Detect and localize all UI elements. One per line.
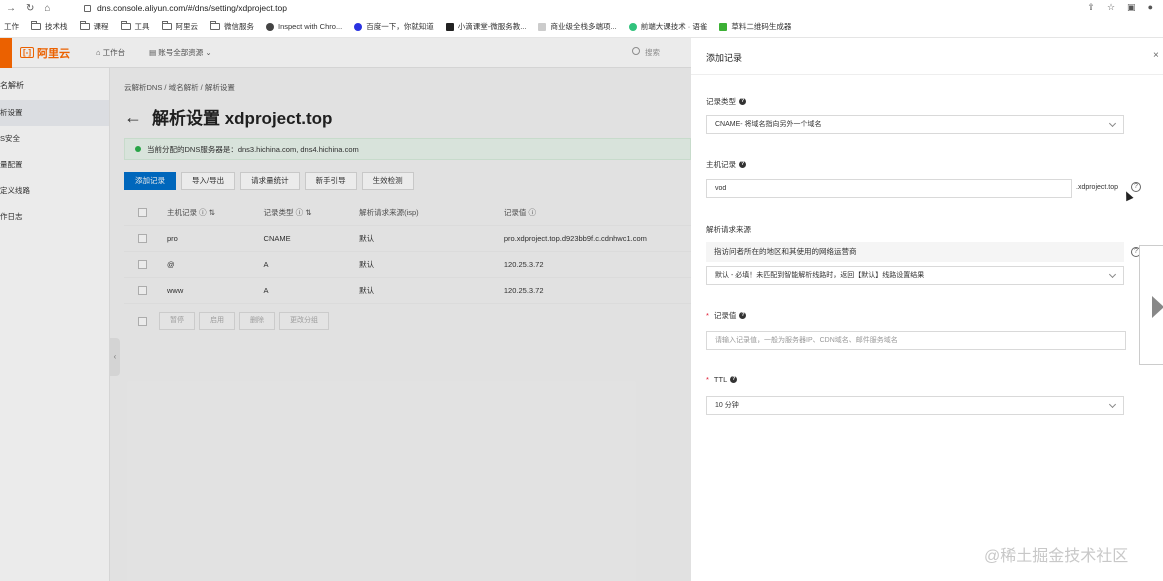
browser-actions: ⇪ ☆ ▣ ● xyxy=(1087,2,1153,13)
ttl-label: * TTL? xyxy=(706,375,738,384)
watermark: @稀土掘金技术社区 xyxy=(984,548,1129,565)
folder-icon xyxy=(31,21,41,30)
drawer-divider xyxy=(691,74,1163,75)
mouse-cursor-icon xyxy=(1122,189,1134,202)
home-icon[interactable]: ⌂ xyxy=(44,3,50,14)
chrome-icon xyxy=(266,22,274,31)
help-icon[interactable]: ? xyxy=(739,98,746,105)
bookmark-item[interactable]: 商业级全栈多端项... xyxy=(538,21,617,32)
bookmark-item[interactable]: 技术栈 xyxy=(31,21,68,32)
bookmark-item[interactable]: 工作 xyxy=(4,21,19,32)
baidu-icon xyxy=(354,22,363,31)
share-icon[interactable]: ⇪ xyxy=(1087,2,1095,13)
page-icon xyxy=(538,22,547,31)
video-side-panel[interactable] xyxy=(1139,245,1163,365)
chevron-down-icon xyxy=(1108,400,1117,409)
help-icon[interactable]: ? xyxy=(730,376,738,383)
line-label: 解析请求来源 xyxy=(706,225,751,234)
browser-address-bar: → ↻ ⌂ dns.console.aliyun.com/#/dns/setti… xyxy=(0,0,1163,16)
line-description: 指访问者所在的地区和其使用的网络运营商 xyxy=(706,242,1124,262)
reload-icon[interactable]: ↻ xyxy=(26,3,34,14)
domain-suffix: .xdproject.top xyxy=(1076,184,1119,191)
modal-overlay[interactable] xyxy=(0,38,691,581)
bookmark-item[interactable]: 阿里云 xyxy=(161,21,198,32)
record-value-input[interactable] xyxy=(706,331,1126,350)
bookmark-item[interactable]: 微信服务 xyxy=(210,21,254,32)
folder-icon xyxy=(210,21,220,30)
play-icon[interactable] xyxy=(1152,296,1163,318)
record-type-select[interactable]: CNAME- 将域名指向另外一个域名 xyxy=(706,115,1124,134)
qrcode-icon xyxy=(719,22,728,31)
line-select[interactable]: 默认 - 必填！未匹配到智能解析线路时，返回【默认】线路设置结果 xyxy=(706,266,1124,285)
help-icon[interactable]: ? xyxy=(739,161,746,168)
bookmark-item[interactable]: 草料二维码生成器 xyxy=(719,21,791,32)
profile-icon[interactable]: ● xyxy=(1148,2,1153,13)
record-type-label: 记录类型? xyxy=(706,97,746,106)
browser-nav: → ↻ ⌂ xyxy=(0,3,70,14)
bookmark-item[interactable]: 前端大课技术 · 语雀 xyxy=(628,21,707,32)
yuque-icon xyxy=(628,22,637,31)
question-circle-icon[interactable]: ? xyxy=(1131,182,1141,192)
help-icon[interactable]: ? xyxy=(739,312,747,319)
close-icon[interactable]: × xyxy=(1153,50,1159,61)
folder-icon xyxy=(79,21,90,30)
bookmark-item[interactable]: 课程 xyxy=(79,21,109,32)
bookmark-item[interactable]: 小滴课堂-微服务教... xyxy=(445,21,526,32)
ttl-select[interactable]: 10 分钟 xyxy=(706,396,1124,415)
host-record-label: 主机记录? xyxy=(706,160,746,169)
drawer-title: 添加记录 xyxy=(706,53,743,63)
console-page: [-] 阿里云 ⌂ 工作台 ▤ 账号全部资源 ⌄ 搜索 名解析 析设置 S安全 量… xyxy=(0,38,691,581)
bookmarks-bar: 工作 技术栈 课程 工具 阿里云 微信服务 Inspect with Chro.… xyxy=(0,16,1163,38)
record-value-label: * 记录值? xyxy=(706,311,747,320)
bookmark-item[interactable]: 工具 xyxy=(120,21,150,32)
folder-icon xyxy=(161,21,172,30)
chevron-down-icon xyxy=(1108,270,1117,279)
add-record-drawer: 添加记录 × 记录类型? CNAME- 将域名指向另外一个域名 主机记录? .x… xyxy=(691,38,1163,581)
lock-icon xyxy=(84,5,91,12)
xiaodi-icon xyxy=(445,22,454,31)
url-field[interactable]: dns.console.aliyun.com/#/dns/setting/xdp… xyxy=(84,3,287,13)
folder-icon xyxy=(120,21,131,30)
url-text: dns.console.aliyun.com/#/dns/setting/xdp… xyxy=(97,3,287,13)
star-icon[interactable]: ☆ xyxy=(1107,2,1115,13)
bookmark-item[interactable]: Inspect with Chro... xyxy=(266,22,342,31)
back-icon[interactable]: → xyxy=(6,3,16,14)
bookmark-item[interactable]: 百度一下，你就知道 xyxy=(354,21,434,32)
sidebar-toggle-icon[interactable]: ▣ xyxy=(1127,2,1136,13)
host-record-input[interactable] xyxy=(706,179,1072,198)
chevron-down-icon xyxy=(1108,119,1117,128)
